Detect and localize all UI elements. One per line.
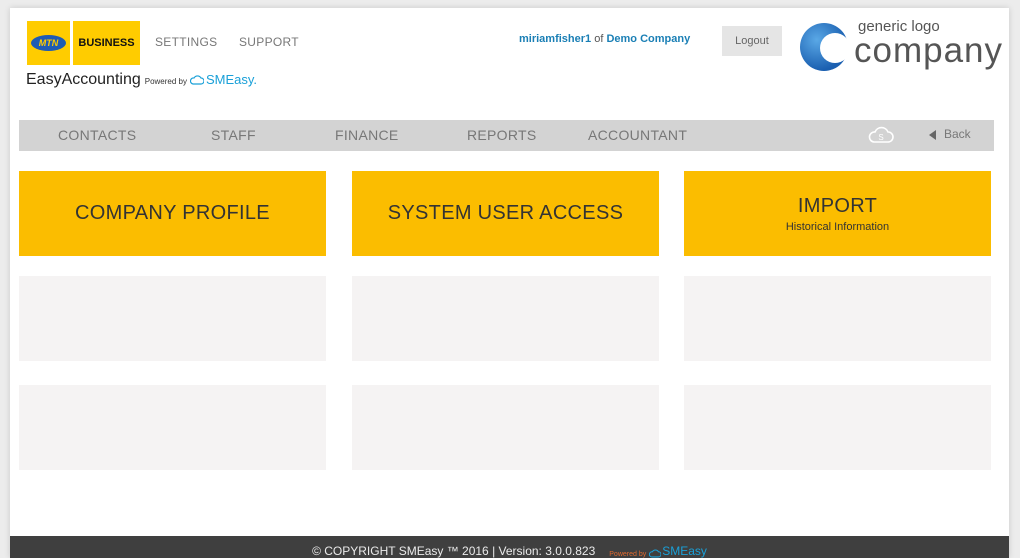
back-arrow-icon — [929, 129, 936, 140]
nav-item-staff[interactable]: STAFF — [211, 127, 256, 143]
main-nav-bar: CONTACTS STAFF FINANCE REPORTS ACCOUNTAN… — [19, 120, 994, 151]
top-nav-settings[interactable]: SETTINGS — [155, 35, 217, 49]
user-of-label: of — [594, 33, 604, 45]
company-link[interactable]: Demo Company — [606, 33, 690, 45]
powered-brand: SMEasy. — [205, 72, 258, 87]
back-button[interactable]: Back — [929, 127, 971, 141]
import-tile[interactable]: IMPORT Historical Information — [684, 171, 991, 256]
company-profile-tile[interactable]: COMPANY PROFILE — [19, 171, 326, 256]
tile-title: IMPORT — [797, 194, 878, 217]
mtn-logo[interactable]: MTN — [27, 21, 70, 65]
tile-title: COMPANY PROFILE — [75, 202, 270, 224]
empty-tile-placeholder — [352, 276, 659, 361]
tile-title: SYSTEM USER ACCESS — [387, 202, 624, 224]
app-page: MTN BUSINESS SETTINGS SUPPORT EasyAccoun… — [10, 8, 1009, 558]
brand-title: EasyAccounting Powered by SMEasy. — [26, 71, 257, 89]
brand-name: EasyAccounting — [26, 71, 141, 88]
company-logo-circle-cutout — [820, 33, 850, 63]
empty-tile-placeholder — [352, 385, 659, 470]
tile-subtitle: Historical Information — [785, 220, 890, 233]
company-logo-big-text: company — [854, 31, 1004, 70]
empty-tile-placeholder — [684, 276, 991, 361]
top-nav-support[interactable]: SUPPORT — [239, 35, 299, 49]
footer: © COPYRIGHT SMEasy ™ 2016 | Version: 3.0… — [10, 536, 1009, 558]
svg-text:S: S — [878, 133, 883, 142]
footer-copyright: © COPYRIGHT SMEasy ™ 2016 | Version: 3.0… — [312, 544, 596, 558]
footer-smeasy-cloud-icon — [649, 549, 662, 558]
system-user-access-tile[interactable]: SYSTEM USER ACCESS — [352, 171, 659, 256]
company-logo: generic logo company — [800, 17, 1010, 73]
back-label: Back — [944, 127, 971, 141]
mtn-logo-text: MTN — [31, 35, 66, 51]
empty-tile-placeholder — [19, 385, 326, 470]
footer-powered-brand: SMEasy — [662, 544, 707, 558]
user-info: miriamfisher1 of Demo Company — [519, 33, 690, 45]
nav-item-reports[interactable]: REPORTS — [467, 127, 537, 143]
empty-tile-placeholder — [684, 385, 991, 470]
cloud-s-icon[interactable]: S — [868, 124, 894, 146]
nav-item-finance[interactable]: FINANCE — [335, 127, 399, 143]
nav-item-contacts[interactable]: CONTACTS — [58, 127, 136, 143]
nav-item-accountant[interactable]: ACCOUNTANT — [588, 127, 687, 143]
smeasy-cloud-icon — [189, 75, 204, 85]
business-logo[interactable]: BUSINESS — [73, 21, 140, 65]
username-link[interactable]: miriamfisher1 — [519, 33, 591, 45]
powered-by-label: Powered by — [144, 77, 187, 86]
footer-powered-by: Powered by — [609, 551, 647, 558]
logout-button[interactable]: Logout — [722, 26, 782, 56]
empty-tile-placeholder — [19, 276, 326, 361]
